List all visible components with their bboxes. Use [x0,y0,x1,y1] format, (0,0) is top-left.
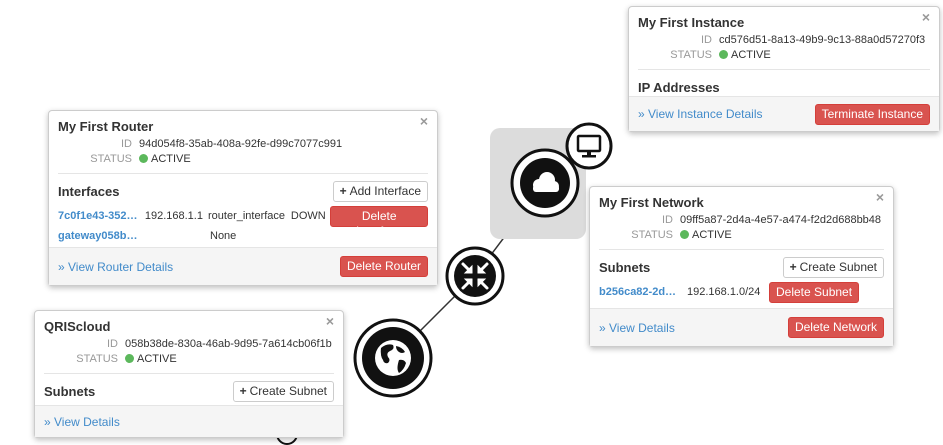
router-popup: × My First Router ID 94d054f8-35ab-408a-9… [48,110,438,286]
close-icon[interactable]: × [876,190,884,204]
add-interface-label: Add Interface [349,183,421,198]
external-id: 058b38de-830a-46ab-9d95-7a614cb06f1b [125,337,332,350]
router-node[interactable] [445,246,505,306]
close-icon[interactable]: × [922,10,930,24]
view-router-details-link[interactable]: » View Router Details [58,260,173,274]
external-id-label: ID [107,337,118,350]
plus-icon: + [239,383,247,398]
create-subnet-button[interactable]: + Create Subnet [782,256,884,278]
interface-state: DOWN [290,210,326,222]
interfaces-heading: Interfaces [58,183,120,199]
view-instance-details-link[interactable]: » View Instance Details [638,107,763,121]
status-active-dot [680,229,689,239]
interface-ip: None [210,230,237,242]
external-status-label: STATUS [76,352,118,365]
network-node[interactable] [510,148,580,218]
external-network-popup: × QRIScloud ID 058b38de-830a-46ab-9d95-7a… [34,310,344,438]
external-status: ACTIVE [137,352,177,365]
ip-addresses-heading: IP Addresses [638,79,720,95]
instance-id: cd576d51-8a13-49b9-9c13-88a0d57270f3 [719,33,926,46]
router-id-label: ID [121,137,132,150]
instance-title: My First Instance [638,15,745,30]
view-details-link[interactable]: » View Details [44,415,120,429]
network-id-label: ID [662,213,673,226]
instance-status-label: STATUS [670,48,712,61]
interface-row: 7c0f1e43-352… 192.168.1.1 router_interfa… [58,205,428,238]
subnet-cidr: 192.168.1.0/24 [687,286,761,298]
subnets-heading: Subnets [44,383,96,399]
plus-icon: + [339,183,347,198]
delete-router-button[interactable]: Delete Router [339,256,428,277]
terminate-instance-button[interactable]: Terminate Instance [814,103,930,125]
subnet-id-link[interactable]: b256ca82-2d… [599,286,687,298]
create-subnet-button[interactable]: + Create Subnet [232,380,334,402]
interface-ip: 192.168.1.1 [144,210,203,222]
external-network-title: QRIScloud [44,319,111,334]
router-title: My First Router [58,119,154,134]
network-title: My First Network [599,195,704,210]
network-popup: × My First Network ID 09ff5a87-2d4a-4e57-… [589,186,894,347]
view-network-details-link[interactable]: » View Details [599,321,675,335]
network-status: ACTIVE [692,228,732,241]
interface-id-link[interactable]: 7c0f1e43-352… [58,210,145,222]
add-interface-button[interactable]: + Add Interface [332,180,428,202]
router-status: ACTIVE [151,152,191,165]
interface-type: router_interface [208,210,286,222]
subnets-heading: Subnets [599,259,651,275]
plus-icon: + [789,259,797,274]
status-active-dot [139,153,148,163]
network-id: 09ff5a87-2d4a-4e57-a474-f2d2d688bb48 [680,213,882,226]
subnet-row: b256ca82-2d… 192.168.1.0/24 Delete Subne… [599,281,884,303]
instance-popup: × My First Instance ID cd576d51-8a13-49b9… [628,6,940,132]
router-id: 94d054f8-35ab-408a-92fe-d99c7077c991 [139,137,343,150]
close-icon[interactable]: × [326,314,334,328]
create-subnet-label: Create Subnet [249,383,327,398]
delete-subnet-button[interactable]: Delete Subnet [769,281,860,303]
globe-icon [375,340,411,376]
status-active-dot [719,49,728,59]
network-status-label: STATUS [631,228,673,241]
close-icon[interactable]: × [420,114,428,128]
instance-status: ACTIVE [731,48,771,61]
external-network-node[interactable] [353,318,433,398]
instance-node[interactable] [565,122,613,170]
interface-id-link[interactable]: gateway058b… [58,230,210,242]
create-subnet-label: Create Subnet [799,259,877,274]
instance-id-label: ID [701,33,712,46]
status-active-dot [125,353,134,363]
router-status-label: STATUS [90,152,132,165]
delete-interface-button[interactable]: Delete Interface [330,205,428,238]
delete-network-button[interactable]: Delete Network [787,317,884,338]
